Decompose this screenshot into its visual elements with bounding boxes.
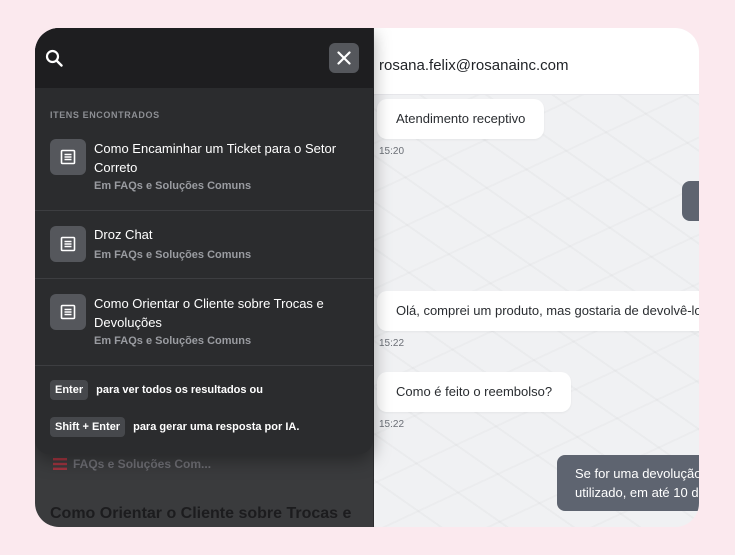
- document-icon: [50, 226, 86, 262]
- message-time: 15:20: [379, 146, 405, 157]
- close-button[interactable]: [329, 43, 359, 73]
- message-text: Atendimento receptivo: [396, 111, 526, 126]
- result-subtitle: Em FAQs e Soluções Comuns: [94, 180, 252, 192]
- hint-text: para ver todos os resultados ou: [96, 384, 263, 396]
- message-time: 15:22: [379, 338, 405, 349]
- category-link-label: FAQs e Soluções Com...: [73, 457, 212, 471]
- article-title[interactable]: Como Orientar o Cliente sobre Trocas e: [50, 505, 351, 523]
- message-time: 15:22: [379, 419, 405, 430]
- category-link[interactable]: FAQs e Soluções Com...: [53, 457, 211, 471]
- document-icon: [50, 294, 86, 330]
- result-subtitle: Em FAQs e Soluções Comuns: [94, 249, 252, 261]
- result-title: Como Orientar o Cliente sobre Trocas e D…: [94, 296, 324, 330]
- chat-header: rosana.felix@rosanainc.com: [373, 28, 699, 95]
- enter-key: Enter: [50, 380, 89, 400]
- message-text: Se for uma devolução: [575, 466, 699, 481]
- document-icon: [50, 139, 86, 175]
- result-subtitle: Em FAQs e Soluções Comuns: [94, 335, 252, 347]
- app-frame: rosana.felix@rosanainc.com Atendimento r…: [35, 28, 699, 527]
- shift-enter-key: Shift + Enter: [50, 417, 126, 437]
- list-icon: [53, 458, 67, 470]
- hint-text: para gerar uma resposta por IA.: [133, 421, 300, 433]
- search-result[interactable]: Como Orientar o Cliente sobre Trocas e D…: [35, 279, 373, 366]
- incoming-message: Olá, comprei um produto, mas gostaria de…: [377, 291, 699, 331]
- incoming-message: Como é feito o reembolso?: [377, 372, 572, 412]
- results-section-label: ITENS ENCONTRADOS: [50, 110, 160, 120]
- message-text: utilizado, em até 10 di: [575, 485, 699, 500]
- search-result[interactable]: Como Encaminhar um Ticket para o Setor C…: [35, 126, 373, 211]
- result-title: Droz Chat: [94, 227, 153, 242]
- contact-email: rosana.felix@rosanainc.com: [379, 57, 569, 74]
- outgoing-message: [682, 181, 699, 221]
- keyboard-hint: Shift + Enter para gerar uma resposta po…: [50, 417, 299, 437]
- incoming-message: Atendimento receptivo: [377, 99, 545, 139]
- message-text: Como é feito o reembolso?: [396, 384, 553, 399]
- search-bar[interactable]: [35, 28, 373, 88]
- chat-messages[interactable]: Atendimento receptivo 15:20 Olá, comprei…: [373, 95, 699, 527]
- outgoing-message: Se for uma devolução utilizado, em até 1…: [557, 455, 699, 511]
- message-text: Olá, comprei um produto, mas gostaria de…: [396, 303, 699, 318]
- close-icon: [337, 51, 351, 65]
- keyboard-hint: Enter para ver todos os resultados ou: [50, 380, 263, 400]
- search-result[interactable]: Droz Chat Em FAQs e Soluções Comuns: [35, 211, 373, 279]
- result-title: Como Encaminhar um Ticket para o Setor C…: [94, 141, 337, 175]
- search-icon: [45, 49, 63, 67]
- search-overlay: ITENS ENCONTRADOS Como Encaminhar um Tic…: [35, 28, 373, 454]
